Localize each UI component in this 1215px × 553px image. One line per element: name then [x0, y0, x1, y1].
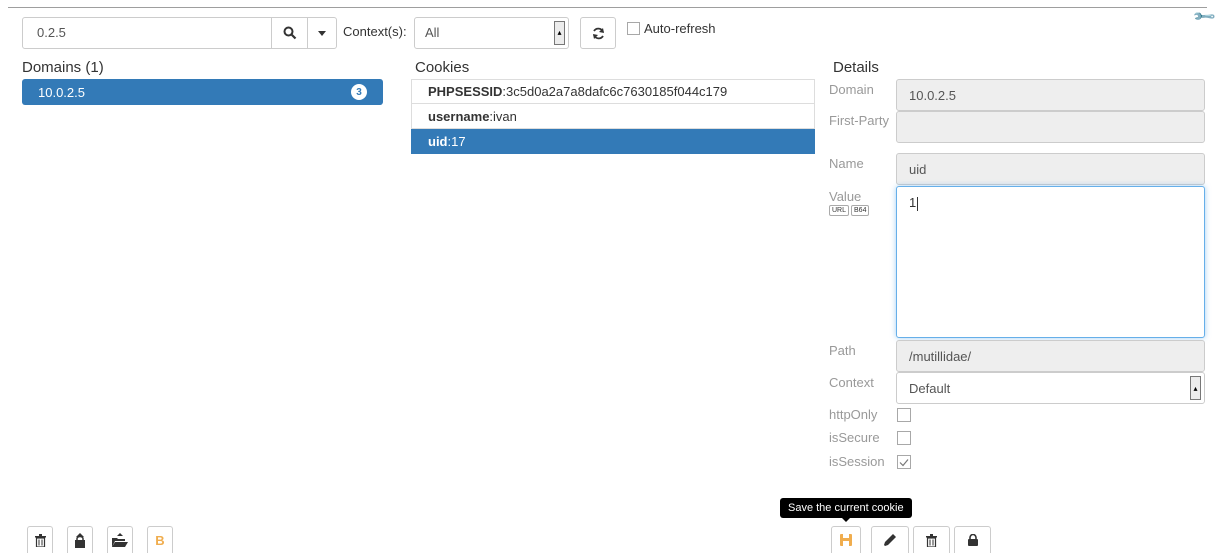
issecure-checkbox[interactable] — [897, 431, 911, 445]
httponly-label: httpOnly — [829, 407, 878, 422]
top-divider — [8, 7, 1207, 8]
path-label: Path — [829, 343, 856, 358]
name-field-value: uid — [909, 161, 927, 177]
search-button[interactable] — [271, 17, 308, 49]
auto-refresh-toggle[interactable]: Auto-refresh — [627, 21, 716, 36]
name-field[interactable]: uid — [896, 153, 1205, 185]
search-icon — [283, 26, 296, 40]
cookie-value: :17 — [447, 133, 466, 149]
import-button[interactable] — [107, 526, 133, 553]
first-party-field[interactable] — [896, 111, 1205, 143]
value-label: Value — [829, 189, 862, 204]
bitcoin-icon: B — [155, 532, 165, 548]
cookie-name: username — [428, 108, 490, 124]
cookie-value: :ivan — [489, 108, 517, 124]
export-button[interactable] — [67, 526, 93, 553]
search-options-dropdown[interactable] — [307, 17, 337, 49]
context-label: Context(s): — [343, 24, 407, 39]
httponly-checkbox[interactable] — [897, 408, 911, 422]
cookies-title: Cookies — [415, 59, 470, 76]
cookie-item-phpsessid[interactable]: PHPSESSID:3c5d0a2a7a8dafc6c7630185f044c1… — [411, 79, 815, 104]
name-label: Name — [829, 156, 864, 171]
context-detail-label: Context — [829, 375, 874, 390]
folder-open-icon — [112, 533, 128, 547]
value-text: 1 — [909, 195, 917, 210]
caret-down-icon — [318, 30, 326, 36]
first-party-label: First-Party — [829, 113, 889, 128]
cookie-name: PHPSESSID — [428, 84, 503, 99]
domains-title: Domains (1) — [22, 59, 104, 76]
refresh-icon — [592, 27, 604, 39]
save-cookie-button[interactable] — [831, 526, 861, 553]
donate-button[interactable]: B — [147, 526, 173, 553]
path-field[interactable]: /mutillidae/ — [896, 340, 1205, 372]
cookie-count-badge: 3 — [351, 84, 367, 100]
context-selected-value: All — [425, 25, 440, 40]
select-arrow-icon: ▴ — [554, 21, 565, 45]
select-arrow-icon: ▴ — [1190, 376, 1201, 400]
issecure-label: isSecure — [829, 430, 880, 445]
pencil-icon — [884, 534, 896, 546]
save-icon — [840, 534, 852, 546]
context-detail-select[interactable]: Default ▴ — [896, 372, 1205, 404]
cookie-value: :3c5d0a2a7a8dafc6c7630185f044c179 — [502, 84, 728, 99]
details-title: Details — [833, 59, 879, 76]
auto-refresh-checkbox[interactable] — [627, 22, 640, 35]
domain-name: 10.0.2.5 — [38, 84, 85, 100]
domain-field-value: 10.0.2.5 — [909, 87, 956, 103]
search-input[interactable]: 0.2.5 — [22, 17, 272, 49]
issession-checkbox[interactable] — [897, 455, 911, 469]
checkmark-icon — [899, 458, 909, 466]
protect-cookie-button[interactable] — [954, 526, 991, 553]
domain-label: Domain — [829, 82, 874, 97]
save-tooltip: Save the current cookie — [780, 498, 912, 522]
wrench-icon[interactable]: 🔧 — [1192, 4, 1215, 30]
b64-decode-button[interactable]: B64 — [851, 205, 870, 216]
cookie-item-uid[interactable]: uid:17 — [411, 129, 815, 154]
trash-icon — [926, 533, 937, 547]
refresh-button[interactable] — [580, 17, 616, 49]
auto-refresh-label: Auto-refresh — [644, 21, 716, 36]
delete-cookie-button[interactable] — [913, 526, 950, 553]
domain-field[interactable]: 10.0.2.5 — [896, 79, 1205, 111]
path-field-value: /mutillidae/ — [909, 348, 972, 364]
cookie-name: uid — [428, 133, 448, 149]
value-encoding-tags: URL B64 — [829, 205, 870, 216]
trash-icon — [34, 533, 46, 547]
lock-upload-icon — [75, 532, 85, 548]
lock-icon — [967, 534, 978, 546]
text-cursor — [917, 196, 919, 211]
context-select[interactable]: All ▴ — [414, 17, 569, 49]
cookie-item-username[interactable]: username:ivan — [411, 104, 815, 129]
domain-list-item[interactable]: 10.0.2.5 3 — [22, 79, 383, 105]
cookie-list: PHPSESSID:3c5d0a2a7a8dafc6c7630185f044c1… — [411, 79, 815, 154]
url-decode-button[interactable]: URL — [829, 205, 850, 216]
value-textarea[interactable]: 1 — [896, 186, 1205, 338]
delete-all-button[interactable] — [27, 526, 53, 553]
edit-cookie-button[interactable] — [871, 526, 909, 553]
issession-label: isSession — [829, 454, 885, 469]
context-detail-value: Default — [909, 380, 951, 396]
